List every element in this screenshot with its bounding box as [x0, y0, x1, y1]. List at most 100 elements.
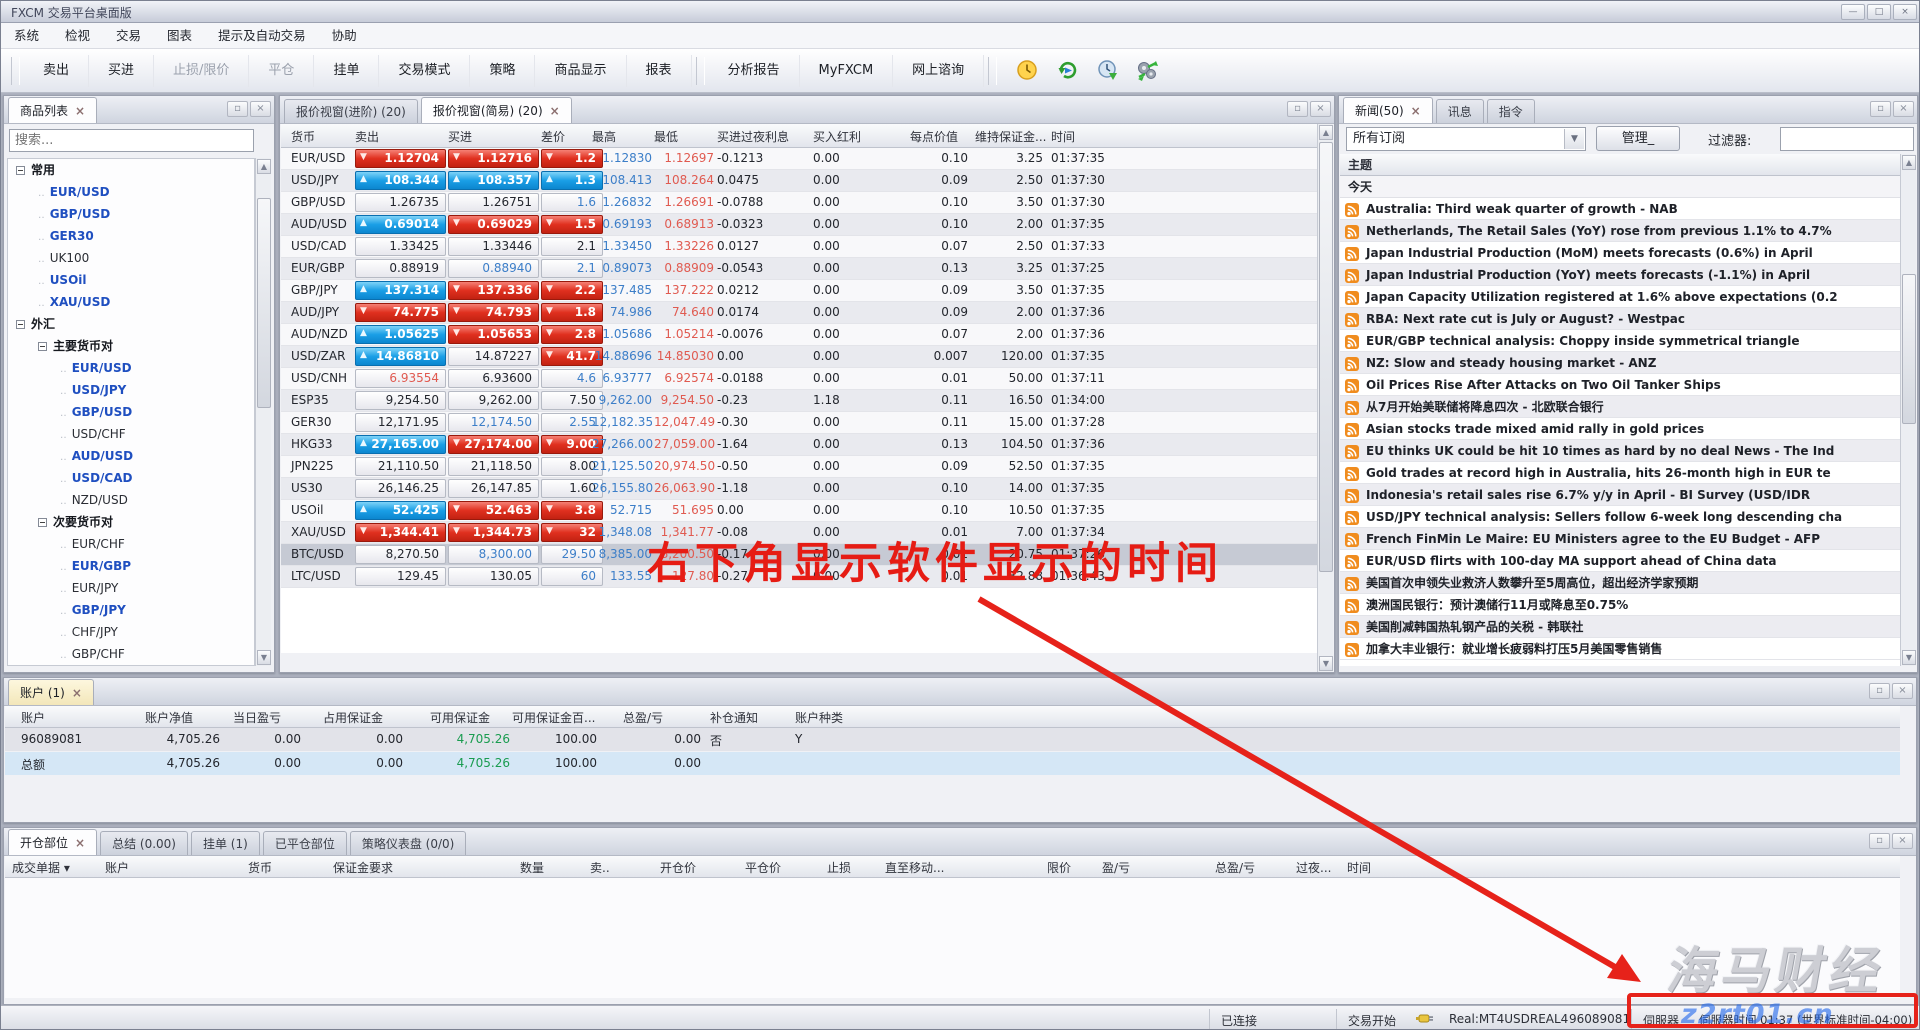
- news-item[interactable]: 美国首次申领失业救济人数攀升至5周高位，超出经济学家预期: [1340, 572, 1900, 594]
- news-item[interactable]: EUR/USD flirts with 100-day MA support a…: [1340, 550, 1900, 572]
- quote-cell-buy[interactable]: 8,300.00: [448, 545, 539, 564]
- positions-column-平仓价[interactable]: 平仓价: [745, 859, 781, 876]
- tree-item-USD/CAD[interactable]: ‥USD/CAD: [8, 467, 254, 489]
- toolbar-button-网上谘询[interactable]: 网上谘询: [893, 55, 984, 87]
- quote-row-USOil[interactable]: USOil▲52.425▼52.463▼3.852.71551.6950.000…: [281, 500, 1317, 522]
- news-item[interactable]: RBA: Next rate cut is July or August? - …: [1340, 308, 1900, 330]
- tree-item-外汇[interactable]: 外汇: [8, 313, 254, 335]
- collapse-icon[interactable]: [16, 166, 25, 175]
- positions-column-限价[interactable]: 限价: [1047, 859, 1071, 876]
- filter-input[interactable]: [1780, 127, 1914, 151]
- scrollbar-thumb[interactable]: [1902, 274, 1916, 424]
- quote-cell-sell[interactable]: 9,254.50: [355, 391, 446, 410]
- scroll-down-icon[interactable]: ▼: [257, 650, 271, 665]
- menu-item-提示及自动交易[interactable]: 提示及自动交易: [205, 23, 319, 49]
- quotes-column-差价[interactable]: 差价: [541, 128, 565, 145]
- positions-tab-挂单 (1)[interactable]: 挂单 (1): [191, 831, 260, 855]
- search-input[interactable]: [9, 129, 254, 152]
- positions-tab-策略仪表盘 (0/0)[interactable]: 策略仪表盘 (0/0): [350, 831, 467, 855]
- positions-column-数量[interactable]: 数量: [520, 859, 544, 876]
- menu-item-协助[interactable]: 协助: [319, 23, 370, 49]
- toolbar-button-交易模式[interactable]: 交易模式: [379, 55, 470, 87]
- quote-row-GBP/JPY[interactable]: GBP/JPY▲137.314▼137.336▼2.2137.485137.22…: [281, 280, 1317, 302]
- quote-cell-buy[interactable]: ▼1.12716: [448, 149, 539, 168]
- close-icon[interactable]: ×: [75, 100, 85, 122]
- quote-cell-sell[interactable]: ▲1.05625: [355, 325, 446, 344]
- positions-column-账户[interactable]: 账户: [105, 859, 129, 876]
- quote-row-USD/ZAR[interactable]: USD/ZAR▲14.8681014.87227▼41.714.8869614.…: [281, 346, 1317, 368]
- quote-cell-buy[interactable]: 26,147.85: [448, 479, 539, 498]
- tree-item-XAU/USD[interactable]: ‥XAU/USD: [8, 291, 254, 313]
- positions-column-时间[interactable]: 时间: [1347, 859, 1371, 876]
- news-item[interactable]: Gold trades at record high in Australia,…: [1340, 462, 1900, 484]
- quotes-column-最高[interactable]: 最高: [592, 128, 616, 145]
- news-item[interactable]: 美国削减韩国热轧钢产品的关税 - 韩联社: [1340, 616, 1900, 638]
- news-item[interactable]: EUR/GBP technical analysis: Choppy insid…: [1340, 330, 1900, 352]
- collapse-icon[interactable]: [38, 518, 47, 527]
- close-icon[interactable]: ×: [1892, 683, 1913, 699]
- close-icon[interactable]: ×: [72, 682, 82, 704]
- quotes-tab-报价视窗(进阶) (20)[interactable]: 报价视窗(进阶) (20): [284, 99, 418, 123]
- scrollbar-thumb[interactable]: [1319, 142, 1333, 572]
- quote-cell-sell[interactable]: 1.26735: [355, 193, 446, 212]
- tree-item-GBP/JPY[interactable]: ‥GBP/JPY: [8, 599, 254, 621]
- quote-row-HKG33[interactable]: HKG33▲27,165.00▼27,174.00▼9.0027,266.002…: [281, 434, 1317, 456]
- tree-item-EUR/CHF[interactable]: ‥EUR/CHF: [8, 533, 254, 555]
- news-tab-指令[interactable]: 指令: [1487, 99, 1535, 123]
- quote-cell-buy[interactable]: 21,118.50: [448, 457, 539, 476]
- quote-cell-sell[interactable]: ▲108.344: [355, 171, 446, 190]
- quote-row-AUD/USD[interactable]: AUD/USD▲0.69014▼0.69029▼1.50.691930.6891…: [281, 214, 1317, 236]
- scroll-down-icon[interactable]: ▼: [1902, 650, 1916, 665]
- quote-cell-buy[interactable]: 130.05: [448, 567, 539, 586]
- quote-cell-buy[interactable]: 12,174.50: [448, 413, 539, 432]
- accounts-column-当日盈亏[interactable]: 当日盈亏: [233, 709, 281, 726]
- quote-row-EUR/GBP[interactable]: EUR/GBP0.889190.889402.10.890730.88909-0…: [281, 258, 1317, 280]
- positions-column-总盈/亏[interactable]: 总盈/亏: [1215, 859, 1255, 876]
- tree-item-UK100[interactable]: ‥UK100: [8, 247, 254, 269]
- news-item[interactable]: Netherlands, The Retail Sales (YoY) rose…: [1340, 220, 1900, 242]
- news-item[interactable]: NZ: Slow and steady housing market - ANZ: [1340, 352, 1900, 374]
- close-icon[interactable]: ×: [550, 100, 560, 122]
- positions-column-止损[interactable]: 止损: [827, 859, 851, 876]
- toolbar-button-报表[interactable]: 报表: [627, 55, 692, 87]
- menu-item-交易[interactable]: 交易: [103, 23, 154, 49]
- scroll-up-icon[interactable]: ▲: [1319, 125, 1333, 140]
- quote-cell-sell[interactable]: ▲27,165.00: [355, 435, 446, 454]
- quote-cell-buy[interactable]: 1.26751: [448, 193, 539, 212]
- tree-item-GER30[interactable]: ‥GER30: [8, 225, 254, 247]
- close-icon[interactable]: ×: [250, 101, 271, 117]
- news-item[interactable]: EU thinks UK could be hit 10 times as ha…: [1340, 440, 1900, 462]
- quote-cell-buy[interactable]: ▼137.336: [448, 281, 539, 300]
- quotes-scrollbar[interactable]: ▲ ▼: [1317, 124, 1333, 672]
- toolbar-button-分析报告[interactable]: 分析报告: [709, 55, 800, 87]
- close-icon[interactable]: ×: [1893, 4, 1917, 20]
- instruments-tab[interactable]: 商品列表×: [8, 97, 97, 123]
- quotes-column-最低[interactable]: 最低: [654, 128, 678, 145]
- quotes-column-时间[interactable]: 时间: [1051, 128, 1075, 145]
- quote-cell-buy[interactable]: 9,262.00: [448, 391, 539, 410]
- positions-column-卖..[interactable]: 卖..: [590, 859, 610, 876]
- quote-row-AUD/JPY[interactable]: AUD/JPY▼74.775▼74.793▼1.874.98674.6400.0…: [281, 302, 1317, 324]
- news-tab-新闻(50)[interactable]: 新闻(50)×: [1343, 97, 1433, 123]
- accounts-column-账户[interactable]: 账户: [21, 709, 45, 726]
- news-subject-header[interactable]: 主题: [1340, 154, 1900, 176]
- quote-cell-buy[interactable]: ▼74.793: [448, 303, 539, 322]
- auto-sync-icon[interactable]: [1135, 59, 1159, 83]
- quotes-column-每点价值[interactable]: 每点价值: [910, 128, 958, 145]
- quote-cell-buy[interactable]: ▼1.05653: [448, 325, 539, 344]
- quotes-column-维持保证金...[interactable]: 维持保证金...: [975, 128, 1046, 145]
- quote-cell-sell[interactable]: 12,171.95: [355, 413, 446, 432]
- menu-item-图表[interactable]: 图表: [154, 23, 205, 49]
- restore-icon[interactable]: ▫: [1870, 101, 1891, 117]
- news-item[interactable]: Japan Capacity Utilization registered at…: [1340, 286, 1900, 308]
- quote-row-JPN225[interactable]: JPN22521,110.5021,118.508.0021,125.5020,…: [281, 456, 1317, 478]
- accounts-column-可用保证金百...[interactable]: 可用保证金百...: [512, 709, 595, 726]
- tree-item-CHF/JPY[interactable]: ‥CHF/JPY: [8, 621, 254, 643]
- quotes-column-货币[interactable]: 货币: [291, 128, 315, 145]
- quotes-tab-报价视窗(简易) (20)[interactable]: 报价视窗(简易) (20)×: [421, 97, 572, 123]
- subscription-select[interactable]: 所有订阅 ▼: [1346, 127, 1586, 151]
- quote-row-USD/CAD[interactable]: USD/CAD1.334251.334462.11.334501.332260.…: [281, 236, 1317, 258]
- quote-cell-sell[interactable]: 6.93554: [355, 369, 446, 388]
- quote-cell-sell[interactable]: 8,270.50: [355, 545, 446, 564]
- quote-cell-buy[interactable]: 1.33446: [448, 237, 539, 256]
